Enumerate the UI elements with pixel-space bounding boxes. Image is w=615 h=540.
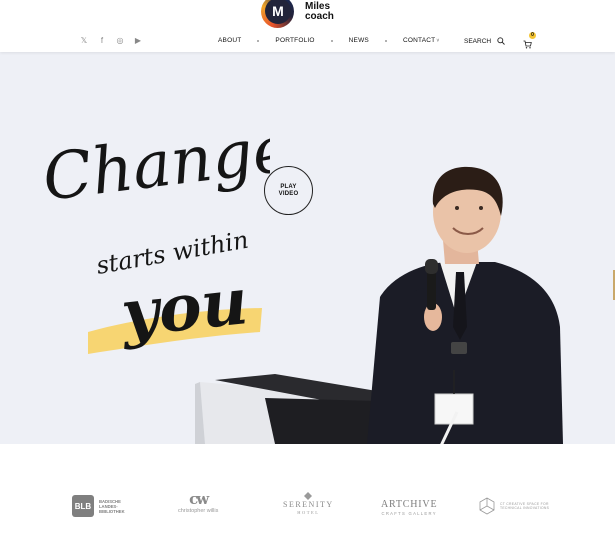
ct-text: CT CREATIVE SPACE FOR TECHNICAL INNOVATI…	[500, 501, 550, 510]
cart-button[interactable]: 0	[523, 32, 536, 54]
logo-line-1: Miles	[305, 0, 331, 12]
nav-item-contact[interactable]: CONTACT	[403, 37, 435, 44]
site-logo[interactable]: M Miles coach	[261, 0, 334, 28]
search-label: SEARCH	[464, 37, 492, 45]
nav-item-news[interactable]: NEWS	[349, 37, 369, 44]
facebook-icon[interactable]: f	[98, 36, 106, 46]
ct-cube-icon	[479, 497, 495, 515]
nav-item-about[interactable]: ABOUT	[218, 37, 241, 44]
client-logo-blb[interactable]: BLB BADISCHE LANDES- BIBLIOTHEK	[72, 495, 139, 517]
instagram-icon[interactable]: ◎	[116, 36, 124, 46]
logo-line-2: coach	[305, 10, 334, 22]
main-nav: ABOUT PORTFOLIO NEWS CONTACT ˅	[218, 37, 439, 44]
hero-section: Change starts within you PLAY VIDEO	[0, 52, 615, 444]
social-links: 𝕏 f ◎ ▶	[80, 36, 142, 46]
client-logo-artchive[interactable]: ARTCHIVE CRAFTS GALLERY	[381, 499, 437, 516]
client-logo-christopher-willis[interactable]: cw christopher willis	[178, 490, 219, 515]
nav-separator	[384, 39, 387, 42]
logo-wordmark: Miles coach	[305, 0, 334, 22]
serenity-sub: HOTEL	[297, 510, 320, 515]
artchive-sub: CRAFTS GALLERY	[381, 511, 437, 516]
cw-mark: cw	[189, 490, 209, 508]
logo-letter: M	[265, 0, 291, 24]
speaker-photo	[195, 166, 563, 444]
chevron-down-icon: ˅	[436, 37, 440, 44]
serenity-name: SERENITY	[283, 500, 334, 509]
logo-mark: M	[261, 0, 294, 28]
nav-separator	[330, 39, 333, 42]
search-toggle[interactable]: SEARCH	[464, 37, 505, 45]
search-icon	[497, 37, 505, 45]
blb-text: BADISCHE LANDES- BIBLIOTHEK	[99, 498, 125, 514]
client-logos: BLB BADISCHE LANDES- BIBLIOTHEK cw chris…	[0, 444, 615, 540]
client-logo-serenity[interactable]: SERENITY HOTEL	[283, 492, 334, 515]
client-logo-ct[interactable]: CT CREATIVE SPACE FOR TECHNICAL INNOVATI…	[478, 497, 560, 515]
nav-separator	[257, 39, 260, 42]
twitter-icon[interactable]: 𝕏	[80, 36, 88, 46]
serenity-leaf-icon	[304, 492, 313, 500]
blb-mark: BLB	[72, 495, 94, 517]
cart-count-badge: 0	[529, 32, 536, 39]
site-header: M Miles coach 𝕏 f ◎ ▶ ABOUT PORTFOLIO NE…	[0, 0, 615, 52]
youtube-icon[interactable]: ▶	[134, 36, 142, 46]
cart-icon	[523, 40, 532, 49]
artchive-name: ARTCHIVE	[381, 499, 438, 510]
cw-name: christopher willis	[178, 508, 219, 514]
nav-item-portfolio[interactable]: PORTFOLIO	[275, 37, 314, 44]
